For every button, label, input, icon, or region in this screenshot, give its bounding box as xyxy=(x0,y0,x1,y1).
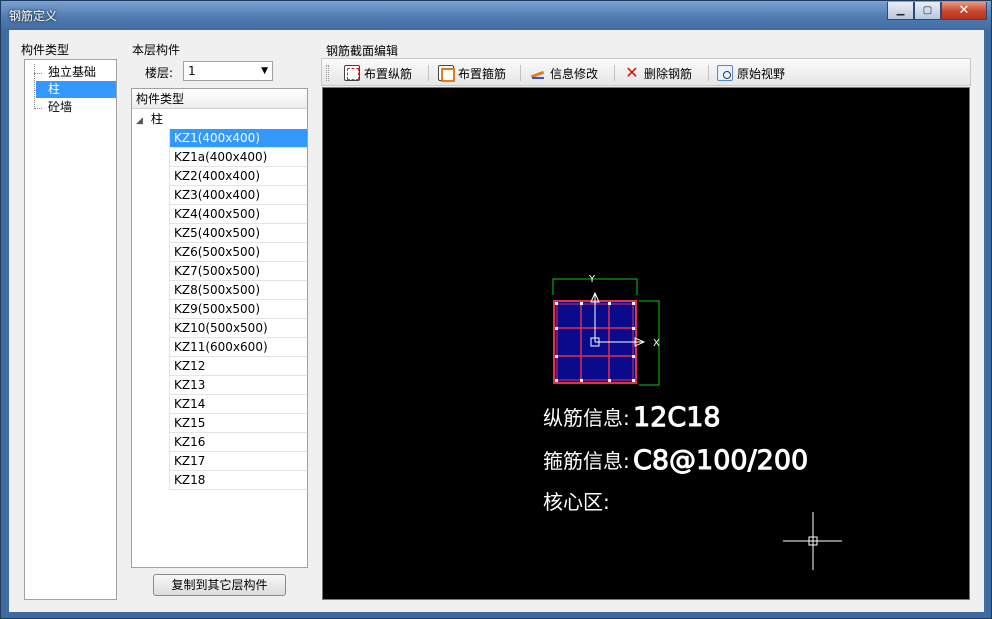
component-list-item[interactable]: KZ12 xyxy=(169,357,307,376)
component-list-item[interactable]: KZ2(400x400) xyxy=(169,167,307,186)
component-types-label: 构件类型 xyxy=(21,43,70,57)
component-list-item[interactable]: KZ9(500x500) xyxy=(169,300,307,319)
editor-toolbar: 布置纵筋 布置箍筋 信息修改 ✕ 删除钢筋 原始视野 xyxy=(321,58,971,86)
component-list[interactable]: 构件类型 ◢ 柱 KZ1(400x400) KZ1a(400x400) KZ2(400… xyxy=(131,88,308,568)
component-list-item[interactable]: KZ17 xyxy=(169,452,307,471)
window-title: 钢筋定义 xyxy=(9,9,58,23)
core-area-label: 核心区: xyxy=(543,490,610,514)
rebar-definition-window: 钢筋定义 ▁ ▢ ✕ 构件类型 独立基础 柱 砼墙 本层构件 楼层: 1 ▼ 构… xyxy=(0,0,992,619)
toolbar-separator xyxy=(708,65,709,81)
close-button[interactable]: ✕ xyxy=(941,2,987,20)
component-types-tree[interactable]: 独立基础 柱 砼墙 xyxy=(24,59,117,600)
maximize-button[interactable]: ▢ xyxy=(914,2,941,20)
rebar-point xyxy=(632,302,635,305)
tree-connector xyxy=(34,108,42,109)
rebar-point xyxy=(632,327,635,330)
rebar-point xyxy=(632,379,635,382)
component-list-item[interactable]: KZ1a(400x400) xyxy=(169,148,307,167)
longitudinal-info-label: 纵筋信息: xyxy=(543,406,630,430)
layer-components-label: 本层构件 xyxy=(132,43,181,57)
section-drawing[interactable]: Y X 纵筋信息: 12C18 箍筋信息: C8@100/200 核心区: xyxy=(323,88,969,599)
rebar-point xyxy=(580,379,583,382)
place-longitudinal-button[interactable]: 布置纵筋 xyxy=(344,64,412,82)
toolbar-separator xyxy=(520,65,521,81)
list-root-node[interactable]: ◢ 柱 xyxy=(136,111,163,128)
place-stirrup-label: 布置箍筋 xyxy=(458,66,507,81)
rebar-point xyxy=(555,327,558,330)
place-longitudinal-label: 布置纵筋 xyxy=(364,66,413,81)
window-controls: ▁ ▢ ✕ xyxy=(887,2,987,20)
dialog-client-area: 构件类型 独立基础 柱 砼墙 本层构件 楼层: 1 ▼ 构件类型 ◢ 柱 KZ1(… xyxy=(9,30,984,612)
tree-item-column[interactable]: 柱 xyxy=(36,81,116,98)
component-list-item[interactable]: KZ18 xyxy=(169,471,307,490)
rebar-point xyxy=(608,302,611,305)
delete-rebar-label: 删除钢筋 xyxy=(644,66,693,81)
copy-to-other-floors-button[interactable]: 复制到其它层构件 xyxy=(153,574,286,596)
delete-icon: ✕ xyxy=(625,63,639,82)
component-list-item[interactable]: KZ1(400x400) xyxy=(169,129,307,148)
component-list-item[interactable]: KZ10(500x500) xyxy=(169,319,307,338)
crosshair-cursor xyxy=(783,512,842,570)
list-root-label: 柱 xyxy=(150,112,163,126)
section-editor-label: 钢筋截面编辑 xyxy=(326,44,399,58)
toolbar-separator xyxy=(614,65,615,81)
component-list-item[interactable]: KZ4(400x500) xyxy=(169,205,307,224)
section-canvas[interactable]: Y X 纵筋信息: 12C18 箍筋信息: C8@100/200 核心区: xyxy=(322,87,970,600)
edit-info-label: 信息修改 xyxy=(550,66,599,81)
collapse-icon[interactable]: ◢ xyxy=(136,116,143,126)
longitudinal-rebar-icon xyxy=(344,65,360,81)
longitudinal-info-value: 12C18 xyxy=(633,402,721,433)
original-view-button[interactable]: 原始视野 xyxy=(717,64,785,82)
rebar-point xyxy=(608,379,611,382)
rebar-point xyxy=(555,355,558,358)
component-list-item[interactable]: KZ5(400x500) xyxy=(169,224,307,243)
component-items: KZ1(400x400) KZ1a(400x400) KZ2(400x400) KZ3… xyxy=(169,129,307,490)
minimize-icon: ▁ xyxy=(896,5,905,16)
zoom-view-icon xyxy=(717,65,733,81)
stirrup-info-value: C8@100/200 xyxy=(633,445,808,476)
list-column-header: 构件类型 xyxy=(132,89,307,109)
floor-label: 楼层: xyxy=(145,66,174,80)
rebar-point xyxy=(632,355,635,358)
tree-item-concrete-wall[interactable]: 砼墙 xyxy=(45,99,75,116)
place-stirrup-button[interactable]: 布置箍筋 xyxy=(438,64,506,82)
component-list-item[interactable]: KZ11(600x600) xyxy=(169,338,307,357)
edit-info-button[interactable]: 信息修改 xyxy=(530,64,598,82)
chevron-down-icon[interactable]: ▼ xyxy=(261,62,268,80)
axis-x-label: X xyxy=(653,338,660,349)
original-view-label: 原始视野 xyxy=(737,66,786,81)
close-icon: ✕ xyxy=(958,3,970,18)
toolbar-grip[interactable] xyxy=(326,65,329,81)
floor-select-value: 1 xyxy=(188,64,196,78)
minimize-button[interactable]: ▁ xyxy=(887,2,914,20)
stirrup-info-label: 箍筋信息: xyxy=(543,449,630,473)
component-list-item[interactable]: KZ8(500x500) xyxy=(169,281,307,300)
rebar-point xyxy=(580,302,583,305)
component-list-item[interactable]: KZ16 xyxy=(169,433,307,452)
component-list-item[interactable]: KZ3(400x400) xyxy=(169,186,307,205)
stirrup-icon xyxy=(438,65,455,82)
tree-connector xyxy=(34,64,35,109)
toolbar-separator xyxy=(428,65,429,81)
component-list-item[interactable]: KZ15 xyxy=(169,414,307,433)
title-bar[interactable]: 钢筋定义 ▁ ▢ ✕ xyxy=(1,1,991,29)
delete-rebar-button[interactable]: ✕ 删除钢筋 xyxy=(624,64,692,82)
tree-item-foundation[interactable]: 独立基础 xyxy=(45,64,99,81)
tree-connector xyxy=(34,73,42,74)
floor-select[interactable]: 1 ▼ xyxy=(183,61,273,81)
component-list-item[interactable]: KZ6(500x500) xyxy=(169,243,307,262)
component-list-item[interactable]: KZ13 xyxy=(169,376,307,395)
maximize-icon: ▢ xyxy=(922,5,933,16)
axis-y-label: Y xyxy=(588,274,596,285)
rebar-point xyxy=(555,379,558,382)
edit-icon xyxy=(530,65,546,81)
component-list-item[interactable]: KZ14 xyxy=(169,395,307,414)
rebar-point xyxy=(555,302,558,305)
component-list-item[interactable]: KZ7(500x500) xyxy=(169,262,307,281)
